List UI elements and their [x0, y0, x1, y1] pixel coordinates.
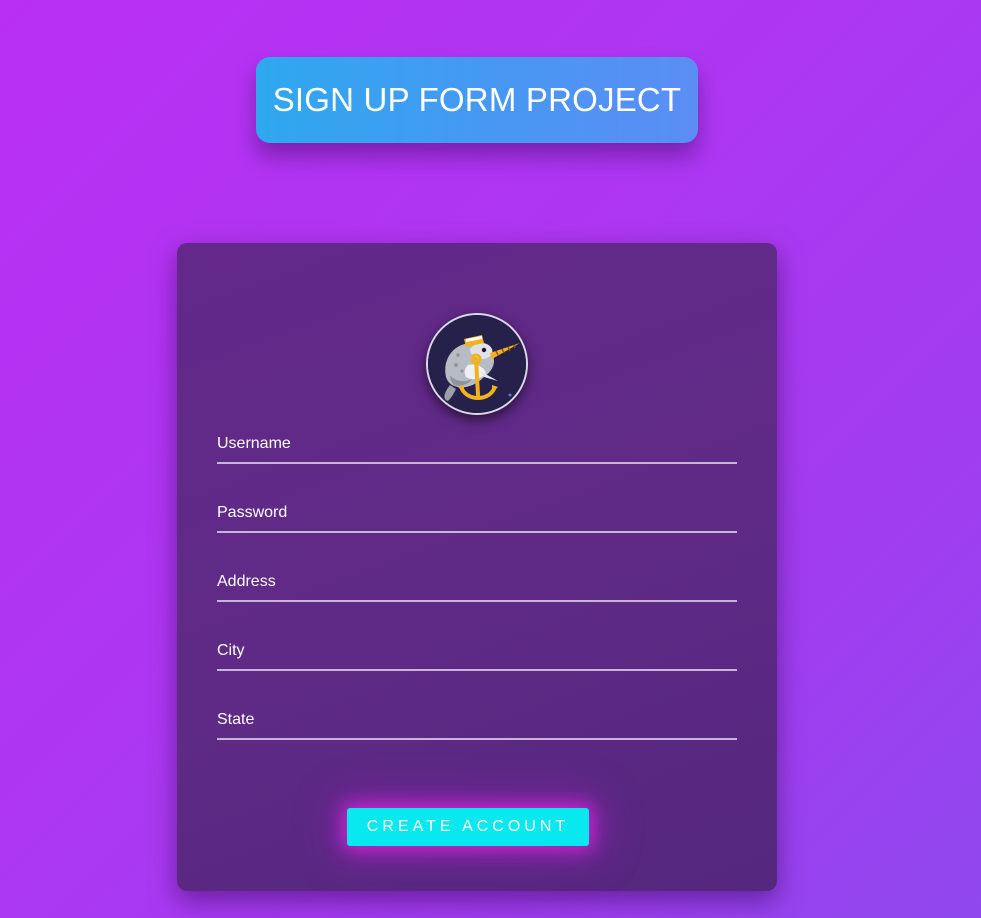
address-input[interactable] — [217, 568, 737, 596]
city-input[interactable] — [217, 637, 737, 665]
username-field-wrapper — [217, 430, 737, 464]
title-card: SIGN UP FORM PROJECT — [256, 57, 698, 143]
narwhal-logo-icon — [426, 313, 528, 415]
username-input[interactable] — [217, 430, 737, 458]
state-field-wrapper — [217, 706, 737, 740]
state-input[interactable] — [217, 706, 737, 734]
create-account-button[interactable]: CREATE ACCOUNT — [347, 808, 589, 846]
address-field-wrapper — [217, 568, 737, 602]
page-title: SIGN UP FORM PROJECT — [272, 81, 682, 118]
city-field-wrapper — [217, 637, 737, 671]
signup-form-card: CREATE ACCOUNT — [177, 243, 777, 891]
password-input[interactable] — [217, 499, 737, 527]
password-field-wrapper — [217, 499, 737, 533]
